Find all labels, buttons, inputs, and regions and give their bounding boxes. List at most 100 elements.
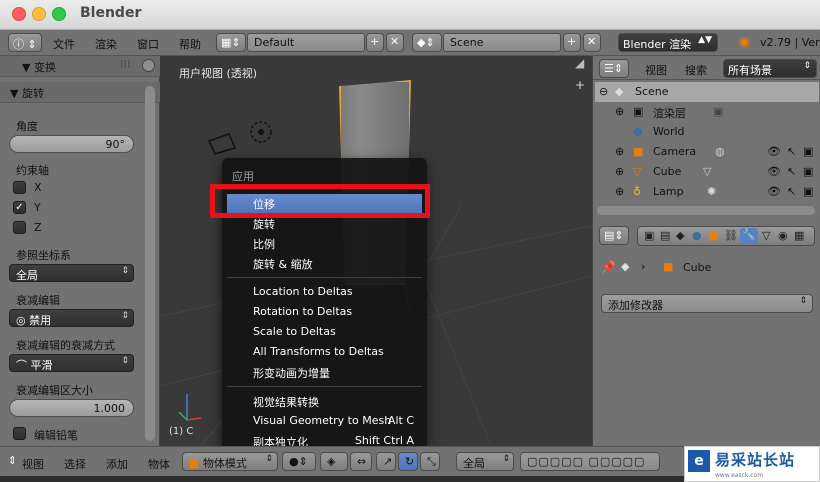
- falloff-dropdown[interactable]: ⌒ 平滑 ⇕: [9, 354, 134, 372]
- checkmark-icon: ✓: [15, 202, 24, 213]
- menu-window[interactable]: 窗口: [137, 36, 159, 52]
- transform-panel-header[interactable]: ▼ 变换 ⁞⁞⁞: [0, 56, 160, 77]
- rotate-operator-header[interactable]: ▼ 旋转: [0, 82, 160, 103]
- editor-type-button[interactable]: ⇕: [4, 452, 14, 471]
- apply-rotation-scale-item[interactable]: 旋转 & 缩放: [227, 254, 422, 273]
- left-panel-scrollbar[interactable]: [145, 86, 155, 441]
- menu-file[interactable]: 文件: [53, 36, 75, 52]
- scene-name-field[interactable]: Scene: [443, 33, 561, 52]
- menu-object[interactable]: 物体: [148, 456, 170, 472]
- mesh-data-tab-icon[interactable]: ▽: [762, 229, 770, 242]
- menu-select[interactable]: 选择: [64, 456, 86, 472]
- properties-editor-type-button[interactable]: ▤⇕: [599, 226, 629, 245]
- outliner-row-cube[interactable]: ⊕ ▽ Cube ▽ 👁 ↖ ▣: [595, 162, 819, 182]
- layer-buttons[interactable]: ▢▢▢▢▢ ▢▢▢▢▢: [520, 452, 660, 471]
- layout-browse-button[interactable]: ▦⇕: [216, 33, 246, 52]
- outliner-view-menu[interactable]: 视图: [645, 62, 667, 78]
- scale-to-deltas-item[interactable]: Scale to Deltas: [227, 323, 422, 342]
- outliner-row-world[interactable]: ● World: [595, 122, 819, 142]
- location-to-deltas-item[interactable]: Location to Deltas: [227, 283, 422, 302]
- menu-help[interactable]: 帮助: [179, 36, 201, 52]
- circle-toggle-icon[interactable]: [142, 59, 155, 72]
- rotation-to-deltas-item[interactable]: Rotation to Deltas: [227, 303, 422, 322]
- outliner-row-camera[interactable]: ⊕ ■ Camera ◍ 👁 ↖ ▣: [595, 142, 819, 162]
- expand-plus-icon[interactable]: ⊕: [615, 145, 624, 158]
- edit-grease-pencil-checkbox[interactable]: [13, 427, 26, 440]
- outliner-row-lamp[interactable]: ⊕ ♁ Lamp ✺ 👁 ↖ ▣: [595, 182, 819, 202]
- manipulator-toggle-icon[interactable]: ⇔: [350, 452, 372, 471]
- eye-icon[interactable]: 👁: [767, 145, 781, 158]
- cursor-select-icon[interactable]: ↖: [787, 145, 796, 158]
- render-tab-icon[interactable]: ▣: [644, 229, 654, 242]
- render-engine-dropdown[interactable]: Blender 渲染 ▲▼: [618, 33, 718, 52]
- world-tab-icon[interactable]: ●: [692, 229, 702, 242]
- delete-layout-button[interactable]: ✕: [386, 33, 404, 52]
- close-icon: ✕: [587, 35, 597, 48]
- render-camera-icon[interactable]: ▣: [803, 185, 813, 198]
- add-layout-button[interactable]: +: [366, 33, 384, 52]
- minimize-window-button[interactable]: [32, 7, 46, 21]
- modifier-wrench-tab-icon[interactable]: 🔧: [740, 228, 758, 244]
- interaction-mode-dropdown[interactable]: ■ 物体模式 ⇕: [182, 452, 278, 471]
- constraints-tab-icon[interactable]: ⛓: [724, 229, 738, 242]
- menu-separator: [227, 277, 422, 278]
- pivot-point-dropdown[interactable]: ◈: [320, 452, 348, 471]
- cursor-select-icon[interactable]: ↖: [787, 165, 796, 178]
- expand-plus-icon[interactable]: ⊕: [615, 165, 624, 178]
- proportional-size-field[interactable]: 1.000: [9, 399, 134, 417]
- manipulator-rotate-icon[interactable]: ↻: [398, 452, 418, 471]
- manipulator-scale-icon[interactable]: ⤡: [420, 452, 440, 471]
- cursor-select-icon[interactable]: ↖: [787, 185, 796, 198]
- menu-item-label: Rotation to Deltas: [253, 305, 353, 318]
- outliner-row-scene[interactable]: ⊖ ◆ Scene: [595, 82, 819, 102]
- animated-transforms-to-deltas-item[interactable]: 形变动画为增量: [227, 363, 422, 382]
- angle-field[interactable]: 90°: [9, 135, 134, 153]
- viewport-shading-dropdown[interactable]: ●⇕: [282, 452, 316, 471]
- outliner-row-render-layers[interactable]: ⊕ ▣ 渲染层 ▣: [595, 102, 819, 122]
- add-scene-button[interactable]: +: [563, 33, 581, 52]
- transform-orientation-dropdown[interactable]: 全局 ⇕: [456, 452, 514, 471]
- outliner-display-mode-dropdown[interactable]: 所有场景 ⇕: [723, 59, 817, 78]
- expand-plus-icon[interactable]: ⊕: [615, 185, 624, 198]
- zoom-window-button[interactable]: [52, 7, 66, 21]
- scene-browse-button[interactable]: ◆⇕: [412, 33, 442, 52]
- scene-tab-icon[interactable]: ◆: [676, 229, 684, 242]
- toolbar-expand-plus-icon[interactable]: +: [575, 78, 591, 94]
- manipulator-translate-icon[interactable]: ↗: [376, 452, 396, 471]
- pin-icon[interactable]: 📌: [601, 260, 616, 274]
- outliner-scrollbar[interactable]: [597, 206, 815, 215]
- axis-y-checkbox[interactable]: ✓: [13, 201, 26, 214]
- all-transforms-to-deltas-item[interactable]: All Transforms to Deltas: [227, 343, 422, 362]
- expand-plus-icon[interactable]: ⊕: [615, 105, 624, 118]
- object-tab-icon[interactable]: ■: [708, 229, 718, 242]
- visual-geometry-to-mesh-item[interactable]: Visual Geometry to Mesh Alt C: [227, 412, 422, 431]
- axis-z-checkbox[interactable]: [13, 221, 26, 234]
- object-mode-icon: ■: [189, 457, 203, 470]
- drag-handle-icon[interactable]: ⁞⁞⁞: [120, 58, 131, 71]
- menu-add[interactable]: 添加: [106, 456, 128, 472]
- close-window-button[interactable]: [12, 7, 26, 21]
- orientation-dropdown[interactable]: 全局 ⇕: [9, 264, 134, 282]
- menu-render[interactable]: 渲染: [95, 36, 117, 52]
- outliner-search-menu[interactable]: 搜索: [685, 62, 707, 78]
- texture-tab-icon[interactable]: ▦: [794, 229, 804, 242]
- render-layer-tab-icon[interactable]: ▤: [660, 229, 670, 242]
- visual-transform-item[interactable]: 视觉结果转换: [227, 392, 422, 411]
- menu-view[interactable]: 视图: [22, 456, 44, 472]
- collapse-minus-icon[interactable]: ⊖: [599, 85, 608, 98]
- eye-icon[interactable]: 👁: [767, 185, 781, 198]
- render-camera-icon[interactable]: ▣: [803, 145, 813, 158]
- lamp-data-icon: ✺: [707, 185, 717, 198]
- delete-scene-button[interactable]: ✕: [583, 33, 601, 52]
- apply-scale-item[interactable]: 比例: [227, 234, 422, 253]
- proportional-edit-dropdown[interactable]: ◎ 禁用 ⇕: [9, 309, 134, 327]
- material-tab-icon[interactable]: ◉: [778, 229, 788, 242]
- outliner-editor-type-button[interactable]: ☰⇕: [599, 59, 629, 78]
- eye-icon[interactable]: 👁: [767, 165, 781, 178]
- editor-type-info-button[interactable]: ⓘ ⇕: [8, 33, 42, 52]
- render-camera-icon[interactable]: ▣: [803, 165, 813, 178]
- layout-name-field[interactable]: Default: [247, 33, 365, 52]
- area-split-icon[interactable]: ◢: [575, 56, 591, 72]
- add-modifier-dropdown[interactable]: 添加修改器 ⇕: [601, 294, 813, 313]
- axis-x-checkbox[interactable]: [13, 181, 26, 194]
